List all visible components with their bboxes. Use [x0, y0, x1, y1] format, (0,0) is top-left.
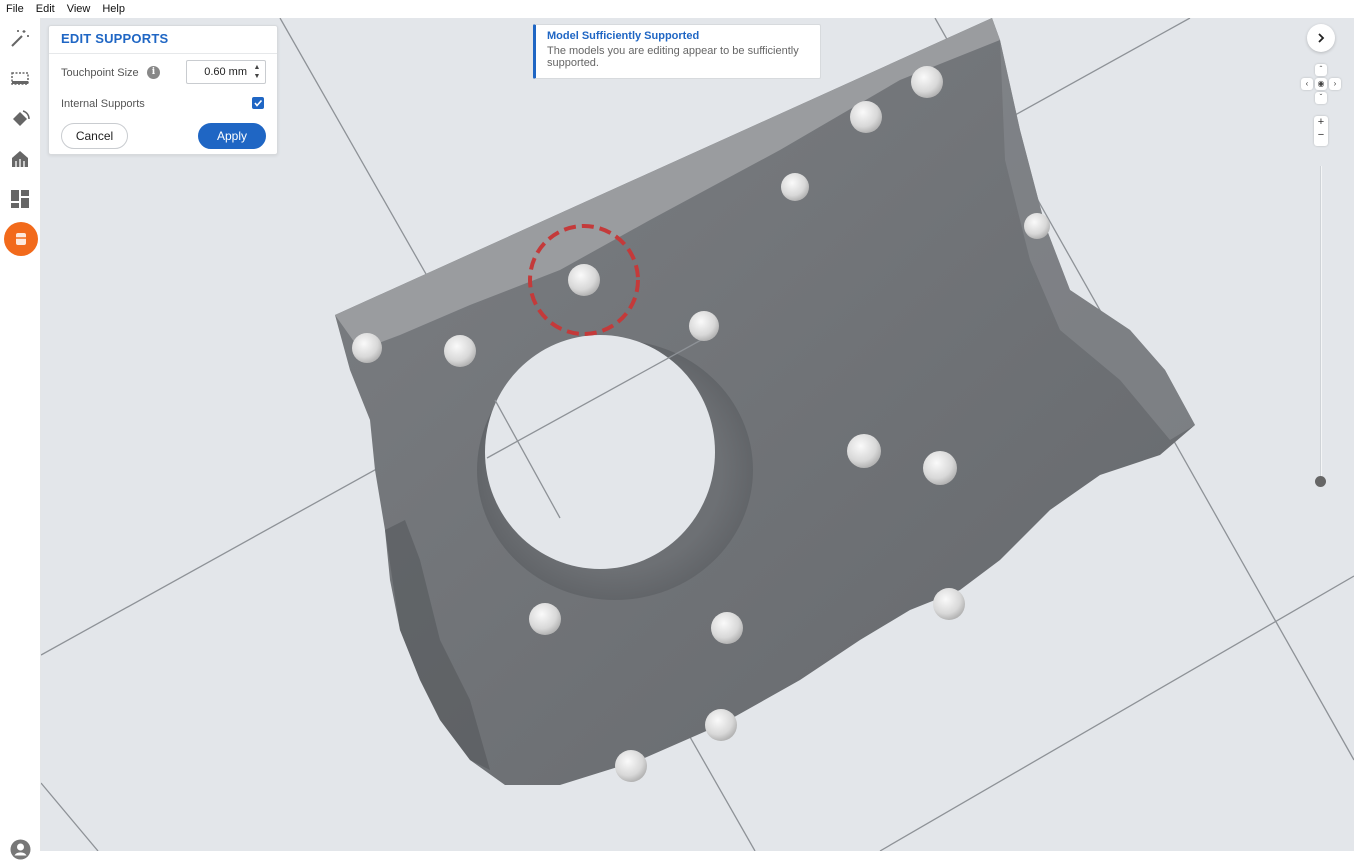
touchpoint — [781, 173, 809, 201]
touchpoint — [1024, 213, 1050, 239]
support-status-notice: Model Sufficiently Supported The models … — [533, 24, 821, 79]
menu-edit[interactable]: Edit — [36, 3, 55, 15]
touchpoint — [933, 588, 965, 620]
touchpoint-size-stepper[interactable]: 0.60 mm ▲ ▼ — [186, 60, 266, 84]
layout-icon[interactable] — [6, 185, 34, 213]
stepper-up-icon[interactable]: ▲ — [253, 63, 261, 72]
view-navigation-pad: ˆ ‹ ◉ › ˇ — [1300, 64, 1342, 106]
panel-divider — [49, 53, 277, 54]
info-icon[interactable]: i — [147, 66, 160, 79]
pan-right-icon[interactable]: › — [1329, 78, 1341, 90]
touchpoint-size-value[interactable]: 0.60 mm — [204, 66, 247, 78]
internal-supports-checkbox[interactable] — [252, 97, 264, 109]
touchpoint — [352, 333, 382, 363]
internal-supports-label: Internal Supports — [61, 98, 145, 110]
zoom-in-button[interactable]: + — [1314, 116, 1328, 129]
pan-down-icon[interactable]: ˇ — [1315, 92, 1327, 104]
stepper-down-icon[interactable]: ▼ — [253, 72, 261, 81]
touchpoint — [711, 612, 743, 644]
left-toolbar — [0, 18, 41, 860]
panel-title: EDIT SUPPORTS — [61, 31, 169, 46]
supports-icon[interactable] — [4, 222, 38, 256]
selection-icon[interactable] — [6, 64, 34, 92]
touchpoint — [444, 335, 476, 367]
apply-button[interactable]: Apply — [198, 123, 266, 149]
pan-up-icon[interactable]: ˆ — [1315, 64, 1327, 76]
touchpoint — [689, 311, 719, 341]
chevron-right-icon — [1318, 33, 1325, 43]
touchpoint — [705, 709, 737, 741]
touchpoint-size-label: Touchpoint Size — [61, 67, 139, 79]
orientation-icon[interactable] — [6, 105, 34, 133]
notice-body: The models you are editing appear to be … — [547, 45, 799, 69]
notice-title: Model Sufficiently Supported — [547, 30, 700, 42]
pan-left-icon[interactable]: ‹ — [1301, 78, 1313, 90]
stepper-arrows[interactable]: ▲ ▼ — [253, 63, 261, 81]
zoom-controls: + − — [1314, 116, 1328, 146]
layer-slider-track[interactable] — [1320, 166, 1322, 480]
layer-slider-handle[interactable] — [1315, 476, 1326, 487]
zoom-out-button[interactable]: − — [1314, 129, 1328, 142]
magic-wand-icon[interactable] — [6, 24, 34, 52]
touchpoint — [568, 264, 600, 296]
touchpoint — [923, 451, 957, 485]
supports-structure-icon[interactable] — [6, 145, 34, 173]
touchpoint — [850, 101, 882, 133]
touchpoint — [911, 66, 943, 98]
touchpoint — [847, 434, 881, 468]
view-eye-icon[interactable]: ◉ — [1315, 78, 1327, 90]
expand-panel-button[interactable] — [1307, 24, 1335, 52]
menu-view[interactable]: View — [67, 3, 91, 15]
account-icon[interactable] — [10, 839, 31, 860]
touchpoint — [615, 750, 647, 782]
menu-bar: File Edit View Help — [0, 0, 1354, 18]
hole-opening — [485, 335, 715, 569]
menu-file[interactable]: File — [6, 3, 24, 15]
touchpoint — [529, 603, 561, 635]
menu-help[interactable]: Help — [102, 3, 125, 15]
cancel-button[interactable]: Cancel — [61, 123, 128, 149]
edit-supports-panel: EDIT SUPPORTS Touchpoint Size i 0.60 mm … — [48, 25, 278, 155]
